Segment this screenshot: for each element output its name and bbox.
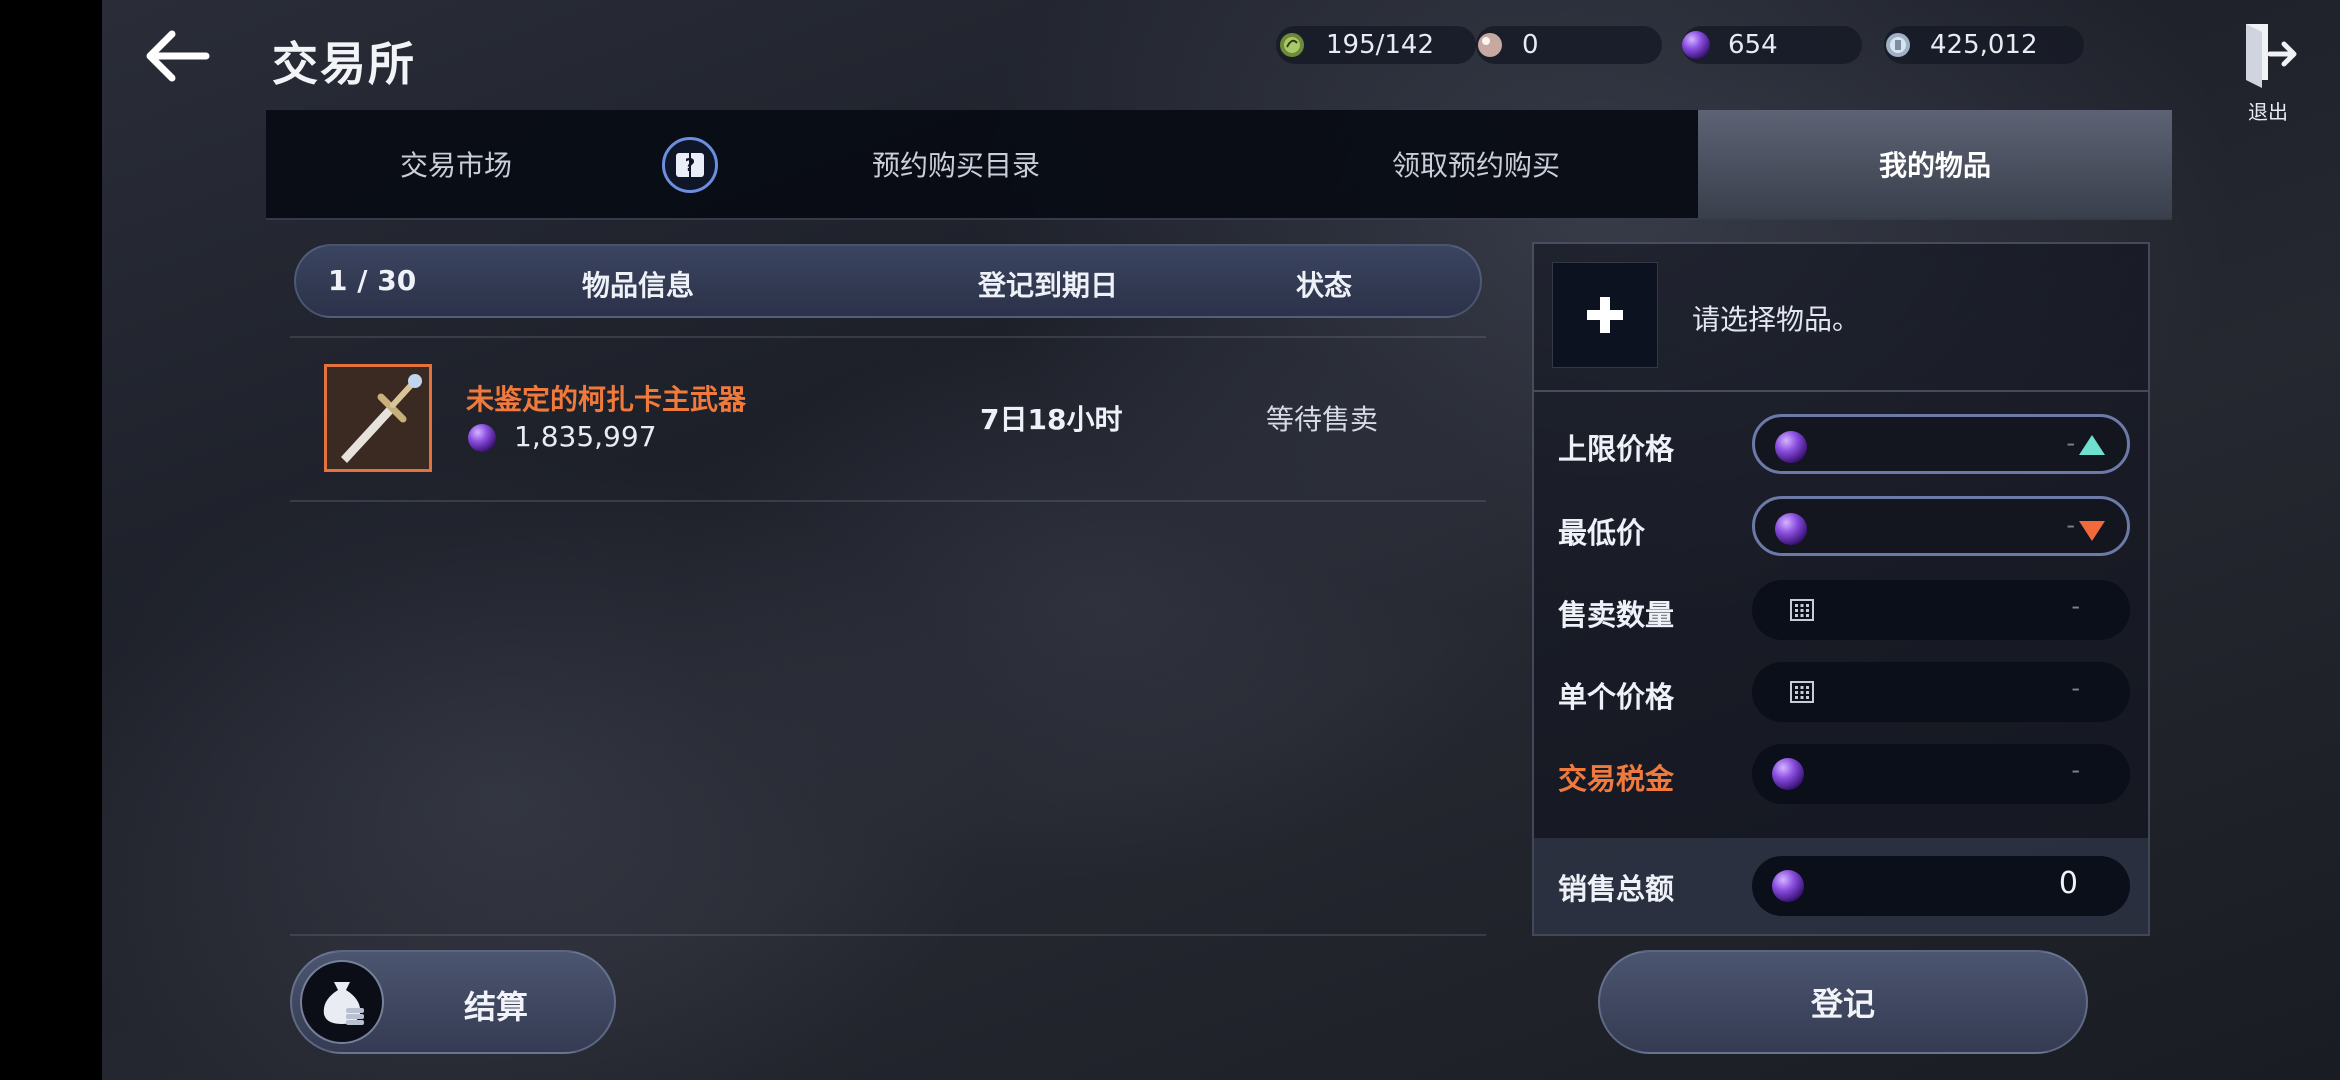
quantity-label: 售卖数量 bbox=[1558, 598, 1675, 632]
back-arrow-icon[interactable] bbox=[142, 28, 212, 84]
row-divider bbox=[290, 336, 1486, 338]
total-label: 销售总额 bbox=[1558, 872, 1675, 906]
item-expiry: 7日18小时 bbox=[980, 403, 1123, 436]
column-status: 状态 bbox=[1296, 269, 1353, 302]
list-header: 1 / 30 物品信息 登记到期日 状态 bbox=[294, 244, 1482, 318]
unit-price-label: 单个价格 bbox=[1558, 680, 1675, 714]
exit-door-icon bbox=[2246, 24, 2297, 88]
item-count: 1 / 30 bbox=[328, 264, 417, 297]
item-price: 1,835,997 bbox=[514, 420, 657, 453]
min-price-value: - bbox=[2066, 511, 2075, 539]
tab-market[interactable]: 交易市场 bbox=[266, 110, 646, 218]
tab-bar: 交易市场 预约购买目录 领取预约购买 我的物品 bbox=[266, 110, 2172, 220]
purple-gem-icon bbox=[468, 424, 496, 452]
total-field: 0 bbox=[1752, 856, 2130, 916]
list-bottom-divider bbox=[290, 934, 1486, 936]
tab-my-items[interactable]: 我的物品 bbox=[1698, 110, 2172, 218]
plus-icon bbox=[1587, 297, 1623, 333]
quantity-value: - bbox=[2071, 592, 2080, 620]
panel-divider bbox=[1534, 390, 2148, 392]
leaf-energy-icon bbox=[1280, 33, 1304, 57]
item-status: 等待售卖 bbox=[1266, 403, 1379, 436]
column-item-info: 物品信息 bbox=[582, 269, 695, 302]
min-price-label: 最低价 bbox=[1558, 516, 1646, 550]
exit-button[interactable]: 退出 bbox=[2240, 20, 2300, 124]
currency-pearl: 0 bbox=[1476, 26, 1662, 64]
keypad-icon bbox=[1790, 681, 1814, 703]
keypad-icon bbox=[1790, 599, 1814, 621]
currency-energy: 195/142 bbox=[1276, 26, 1476, 64]
purple-gem-icon bbox=[1682, 31, 1710, 59]
purple-gem-icon bbox=[1772, 758, 1804, 790]
item-thumbnail[interactable] bbox=[324, 364, 432, 472]
purple-gem-icon bbox=[1775, 513, 1807, 545]
svg-text:?: ? bbox=[685, 155, 695, 176]
pearl-value: 0 bbox=[1522, 30, 1539, 60]
pearl-icon bbox=[1478, 33, 1502, 57]
silver-value: 425,012 bbox=[1930, 30, 2038, 60]
tax-field: - bbox=[1752, 744, 2130, 804]
purple-gem-icon bbox=[1772, 870, 1804, 902]
total-value: 0 bbox=[2058, 866, 2078, 901]
triangle-down-icon bbox=[2079, 521, 2105, 541]
sword-icon bbox=[327, 367, 429, 469]
select-item-hint: 请选择物品。 bbox=[1692, 303, 1861, 336]
gem-value: 654 bbox=[1728, 30, 1778, 60]
settle-label: 结算 bbox=[464, 988, 529, 1026]
currency-silver: 425,012 bbox=[1884, 26, 2084, 64]
settle-button[interactable]: 结算 bbox=[290, 950, 616, 1054]
page-title: 交易所 bbox=[272, 37, 416, 91]
unit-price-value: - bbox=[2071, 674, 2080, 702]
quantity-field[interactable]: - bbox=[1752, 580, 2130, 640]
help-book-icon[interactable]: ? bbox=[662, 137, 718, 193]
item-name: 未鉴定的柯扎卡主武器 bbox=[466, 383, 747, 416]
max-price-field[interactable]: - bbox=[1752, 414, 2130, 474]
max-price-value: - bbox=[2066, 429, 2075, 457]
money-bag-icon bbox=[300, 960, 384, 1044]
silver-coin-icon bbox=[1886, 33, 1910, 57]
unit-price-field[interactable]: - bbox=[1752, 662, 2130, 722]
min-price-field[interactable]: - bbox=[1752, 496, 2130, 556]
energy-value: 195/142 bbox=[1326, 30, 1435, 60]
column-expiry: 登记到期日 bbox=[978, 269, 1119, 302]
exit-label: 退出 bbox=[2248, 100, 2288, 124]
add-item-button[interactable] bbox=[1552, 262, 1658, 368]
triangle-up-icon bbox=[2079, 435, 2105, 455]
tab-reservation-list[interactable]: 预约购买目录 bbox=[746, 110, 1166, 218]
currency-gem: 654 bbox=[1682, 26, 1862, 64]
tax-value: - bbox=[2071, 756, 2080, 784]
row-divider bbox=[290, 500, 1486, 502]
purple-gem-icon bbox=[1775, 431, 1807, 463]
tab-claim-reservation[interactable]: 领取预约购买 bbox=[1226, 110, 1726, 218]
max-price-label: 上限价格 bbox=[1558, 432, 1675, 466]
register-button[interactable]: 登记 bbox=[1598, 950, 2088, 1054]
tax-label: 交易税金 bbox=[1558, 762, 1675, 796]
